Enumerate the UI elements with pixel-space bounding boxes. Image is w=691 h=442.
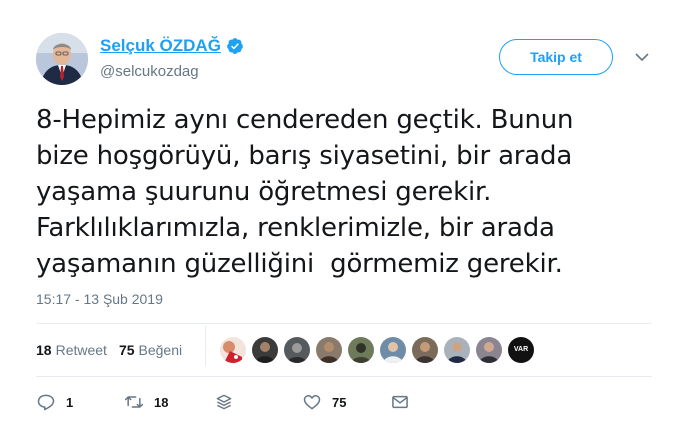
liker-avatar-text: VAR [513,346,529,353]
liker-avatar-7[interactable] [412,337,438,363]
tweet-actions: 1 18 75 [36,392,436,414]
like-count: 75 [332,394,347,410]
tweet-card: Selçuk ÖZDAĞ @selcukozdag Takip et 8-Hep… [0,0,691,442]
liker-avatar-2[interactable] [252,337,278,363]
divider [36,376,652,377]
retweet-stat-label: Retweet [55,342,107,358]
heart-icon [303,395,321,410]
retweet-stat-count: 18 [36,342,52,358]
liker-avatar-9[interactable] [476,337,502,363]
author-name-row: Selçuk ÖZDAĞ [100,36,244,56]
like-stat-label: Beğeni [138,342,183,358]
envelope-icon [392,395,408,409]
tweet-stats: 18 Retweet 75 Beğeni [36,342,182,358]
chevron-down-icon[interactable] [634,50,650,64]
like-stat[interactable]: 75 Beğeni [119,342,182,358]
stack-icon [216,394,232,410]
retweet-icon [124,396,144,408]
liker-avatar-8[interactable] [444,337,470,363]
tweet-timestamp[interactable]: 15:17 - 13 Şub 2019 [36,291,163,307]
liker-avatar-10[interactable]: VAR [508,337,534,363]
stats-separator [205,326,206,366]
follow-button[interactable]: Takip et [499,39,613,75]
divider [36,323,652,324]
tweet-text: 8-Hepimiz aynı cendereden geçtik. Bunun … [36,102,646,282]
retweet-button[interactable]: 18 [124,392,168,412]
author-handle[interactable]: @selcukozdag [100,63,199,80]
direct-message-button[interactable] [390,392,410,412]
reply-icon [37,394,55,411]
avatar[interactable] [36,33,88,85]
tweet-text-line: bize hoşgörüyü, barış siyasetini, bir ar… [36,141,573,171]
reply-count: 1 [66,394,74,410]
reply-button[interactable]: 1 [36,392,73,412]
stack-button[interactable] [214,392,234,412]
retweet-count: 18 [154,394,169,410]
tweet-text-line: yaşama şuurunu öğretmesi gerekir. [36,177,492,207]
liker-avatar-4[interactable] [316,337,342,363]
retweet-stat[interactable]: 18 Retweet [36,342,107,358]
liker-avatars: VAR [220,337,540,363]
tweet-text-line: Farklılıklarımızla, renklerimizle, bir a… [36,213,555,243]
like-stat-count: 75 [118,342,135,358]
liker-avatar-3[interactable] [284,337,310,363]
verified-badge-icon [227,38,243,54]
author-display-name[interactable]: Selçuk ÖZDAĞ [100,36,221,56]
tweet-text-line: yaşamanın güzelliğini görmemiz gerekir. [36,249,563,279]
tweet-text-line: 8-Hepimiz aynı cendereden geçtik. Bunun [36,105,574,135]
liker-avatar-1[interactable] [220,337,246,363]
liker-avatar-5[interactable] [348,337,374,363]
like-button[interactable]: 75 [302,392,346,412]
avatar-image [36,33,88,85]
liker-avatar-6[interactable] [380,337,406,363]
